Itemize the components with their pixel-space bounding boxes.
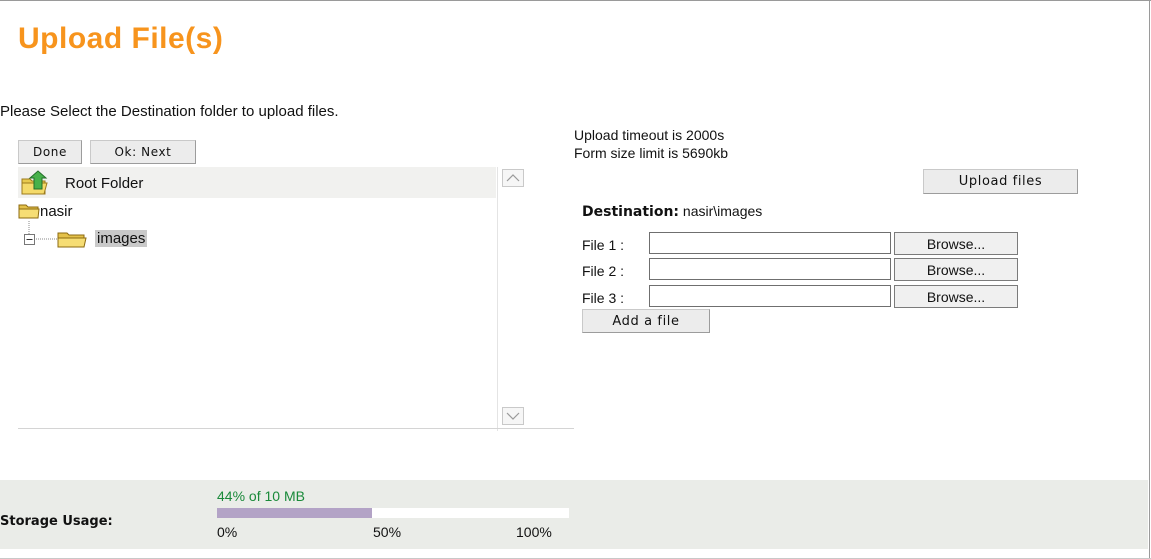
frame-top-border [0, 0, 1151, 1]
storage-tick-label: 100% [516, 524, 552, 540]
file-row-2: File 2 : Browse... [582, 258, 1022, 282]
storage-tick-label: 0% [217, 524, 238, 540]
scroll-down-button[interactable] [502, 407, 524, 425]
chevron-up-icon [506, 174, 520, 182]
storage-usage-label: Storage Usage: [0, 514, 113, 529]
chevron-down-icon [506, 412, 520, 420]
instructions-text: Please Select the Destination folder to … [0, 103, 339, 120]
tree-root-label: Root Folder [65, 175, 144, 192]
file-1-browse-button[interactable]: Browse... [894, 232, 1018, 255]
done-button[interactable]: Done [18, 140, 82, 164]
storage-tick-label: 50% [373, 524, 402, 540]
ok-next-button[interactable]: Ok: Next [90, 140, 196, 164]
storage-usage-panel: Storage Usage: 44% of 10 MB 0% 50% 100% [0, 480, 1148, 549]
page-title: Upload File(s) [18, 22, 224, 55]
destination-path: nasir\images [682, 203, 763, 219]
file-2-label: File 2 : [582, 263, 625, 279]
scroll-up-button[interactable] [502, 169, 524, 187]
file-row-1: File 1 : Browse... [582, 232, 1022, 256]
add-file-button[interactable]: Add a file [582, 309, 710, 333]
destination-label: Destination: [582, 204, 680, 220]
tree-node-label: nasir [40, 203, 73, 220]
file-1-label: File 1 : [582, 237, 625, 253]
tree-root-folder[interactable]: Root Folder [18, 167, 496, 198]
tree-node-label-selected: images [95, 230, 148, 247]
folder-icon [57, 232, 87, 248]
storage-usage-bar [217, 508, 569, 518]
file-3-label: File 3 : [582, 290, 625, 306]
file-3-input[interactable] [649, 285, 891, 307]
file-1-input[interactable] [649, 232, 891, 254]
tree-divider [18, 428, 574, 429]
storage-usage-bar-fill [217, 508, 372, 518]
tree-scrollbar[interactable] [497, 167, 530, 431]
destination-line: Destination: nasir\images [582, 203, 762, 220]
file-2-input[interactable] [649, 258, 891, 280]
folder-tree-panel: Root Folder nasir images [18, 167, 530, 431]
root-folder-up-arrow-icon [21, 170, 48, 195]
frame-right-border [1149, 0, 1150, 559]
folder-icon [18, 204, 40, 219]
tree-collapse-minus-icon[interactable] [24, 234, 35, 245]
upload-files-button[interactable]: Upload files [923, 169, 1078, 194]
file-3-browse-button[interactable]: Browse... [894, 285, 1018, 308]
file-2-browse-button[interactable]: Browse... [894, 258, 1018, 281]
storage-amount-text: 44% of 10 MB [217, 488, 305, 504]
form-size-limit-text: Form size limit is 5690kb [574, 145, 729, 161]
tree-node-images[interactable]: images [18, 221, 218, 251]
file-row-3: File 3 : Browse... [582, 285, 1022, 309]
upload-timeout-text: Upload timeout is 2000s [574, 127, 725, 143]
